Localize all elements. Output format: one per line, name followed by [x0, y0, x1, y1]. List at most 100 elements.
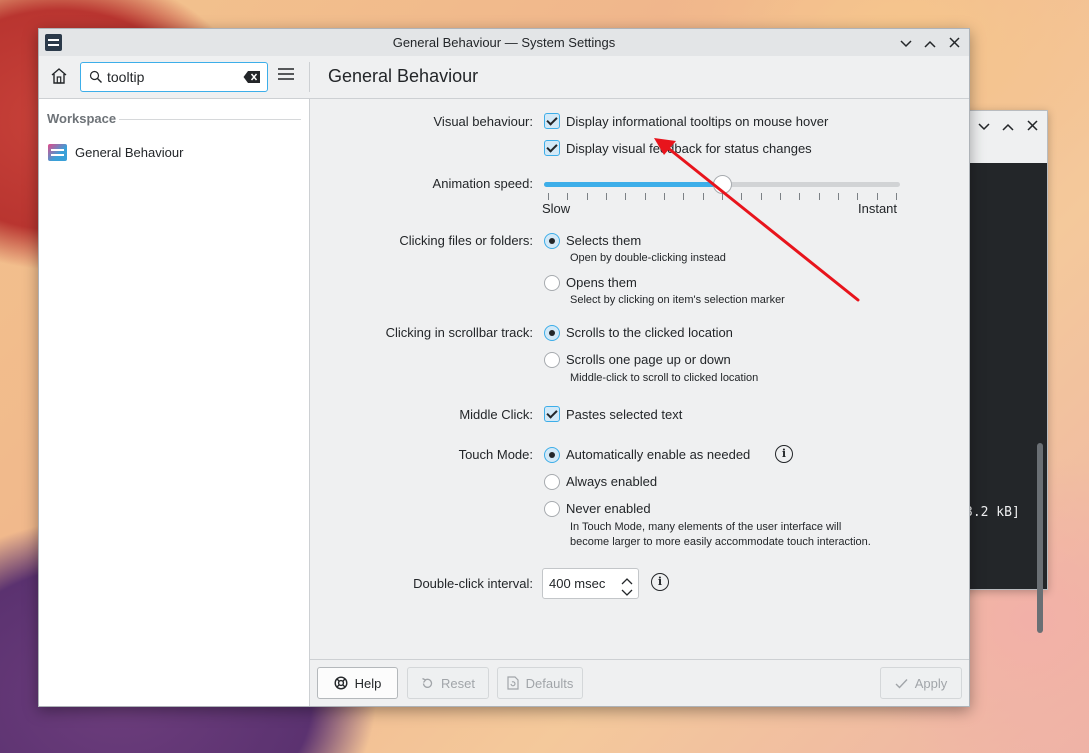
scroll-to-location-label[interactable]: Scrolls to the clicked location	[566, 325, 733, 340]
slider-tick	[780, 193, 781, 200]
touch-never-radio[interactable]	[544, 501, 560, 517]
reset-button[interactable]: Reset	[407, 667, 489, 699]
hamburger-menu-icon[interactable]	[277, 66, 297, 86]
slider-ticks	[544, 193, 900, 201]
info-icon[interactable]: i	[775, 445, 793, 463]
slider-handle[interactable]	[713, 175, 732, 194]
close-icon[interactable]	[943, 32, 965, 54]
touch-mode-label: Touch Mode:	[458, 447, 533, 462]
search-input[interactable]	[107, 67, 237, 87]
defaults-button-label: Defaults	[525, 675, 574, 691]
slider-tick	[761, 193, 762, 200]
scrollbar-track-label: Clicking in scrollbar track:	[385, 325, 533, 340]
scroll-one-page-radio[interactable]	[544, 352, 560, 368]
sidebar-item-general-behaviour[interactable]: General Behaviour	[47, 141, 301, 165]
sidebar: Workspace General Behaviour	[39, 99, 310, 706]
touch-mode-hint-line-2: become larger to more easily accommodate…	[570, 536, 871, 548]
help-icon	[334, 676, 348, 690]
sidebar-item-label: General Behaviour	[75, 145, 184, 160]
scroll-one-page-hint: Middle-click to scroll to clicked locati…	[570, 372, 759, 384]
maximize-icon[interactable]	[919, 32, 941, 54]
scroll-to-location-radio[interactable]	[544, 325, 560, 341]
terminal-text: 3.2 kB]	[965, 505, 1020, 520]
selects-them-radio[interactable]	[544, 233, 560, 249]
touch-always-radio[interactable]	[544, 474, 560, 490]
touch-auto-radio[interactable]	[544, 447, 560, 463]
minimize-icon[interactable]	[895, 32, 917, 54]
reset-icon	[422, 677, 433, 688]
slider-fill	[544, 182, 722, 187]
visual-feedback-checkbox-label[interactable]: Display visual feedback for status chang…	[566, 141, 812, 156]
clear-icon[interactable]	[243, 70, 261, 84]
clicking-files-label: Clicking files or folders:	[399, 233, 533, 248]
selects-them-hint: Open by double-clicking instead	[570, 252, 726, 264]
apply-button[interactable]: Apply	[880, 667, 962, 699]
info-icon[interactable]: i	[651, 573, 669, 591]
titlebar[interactable]: General Behaviour — System Settings	[39, 29, 969, 56]
scroll-one-page-label[interactable]: Scrolls one page up or down	[566, 352, 731, 367]
middle-click-label: Middle Click:	[459, 407, 533, 422]
slider-tick	[877, 193, 878, 200]
defaults-icon	[507, 676, 519, 690]
toolbar: General Behaviour	[39, 56, 969, 99]
slider-tick	[548, 193, 549, 200]
spinbox-value[interactable]: 400 msec	[549, 576, 605, 591]
touch-mode-hint-line-1: In Touch Mode, many elements of the user…	[570, 521, 842, 533]
apply-button-label: Apply	[914, 675, 948, 691]
spin-up-icon[interactable]	[621, 572, 633, 585]
selects-them-label[interactable]: Selects them	[566, 233, 641, 248]
general-behaviour-icon	[48, 144, 67, 161]
opens-them-radio[interactable]	[544, 275, 560, 291]
slider-tick	[625, 193, 626, 200]
toolbar-separator	[309, 62, 310, 92]
slider-tick	[896, 193, 897, 200]
double-click-interval-spinbox[interactable]: 400 msec	[542, 568, 639, 599]
double-click-interval-label: Double-click interval:	[413, 576, 533, 591]
close-icon[interactable]	[1021, 115, 1043, 137]
slider-tick	[799, 193, 800, 200]
settings-content: Visual behaviour: Display informational …	[310, 99, 969, 660]
pastes-selected-text-label[interactable]: Pastes selected text	[566, 407, 682, 422]
opens-them-hint: Select by clicking on item's selection m…	[570, 294, 785, 306]
footer-button-bar: Help Reset Defaults Apply	[310, 659, 969, 706]
tooltips-checkbox[interactable]	[544, 113, 560, 129]
reset-button-label: Reset	[441, 675, 475, 691]
slider-tick	[838, 193, 839, 200]
chevron-down-icon[interactable]	[973, 115, 995, 137]
slider-tick	[587, 193, 588, 200]
search-icon	[89, 70, 103, 84]
visual-feedback-checkbox[interactable]	[544, 140, 560, 156]
page-title: General Behaviour	[328, 66, 479, 86]
slider-tick	[857, 193, 858, 200]
search-field[interactable]	[80, 62, 268, 92]
pastes-selected-text-checkbox[interactable]	[544, 406, 560, 422]
defaults-button[interactable]: Defaults	[497, 667, 583, 699]
touch-always-label[interactable]: Always enabled	[566, 474, 657, 489]
slider-min-label: Slow	[542, 201, 571, 216]
apply-check-icon	[895, 678, 908, 689]
help-button[interactable]: Help	[317, 667, 398, 699]
tooltips-checkbox-label[interactable]: Display informational tooltips on mouse …	[566, 114, 828, 129]
window-title: General Behaviour — System Settings	[392, 35, 616, 50]
animation-speed-label: Animation speed:	[432, 176, 533, 191]
touch-auto-label[interactable]: Automatically enable as needed	[566, 447, 750, 462]
help-button-label: Help	[354, 675, 382, 691]
slider-tick	[819, 193, 820, 200]
sidebar-header: Workspace	[47, 111, 117, 126]
spin-down-icon[interactable]	[621, 584, 633, 596]
slider-tick	[606, 193, 607, 200]
slider-tick	[567, 193, 568, 200]
opens-them-label[interactable]: Opens them	[566, 275, 637, 290]
terminal-scrollbar[interactable]	[1037, 443, 1043, 633]
system-settings-window: General Behaviour — System Settings tool…	[38, 28, 970, 707]
slider-tick	[722, 193, 723, 200]
sidebar-divider	[119, 119, 301, 120]
chevron-up-icon[interactable]	[997, 115, 1019, 137]
slider-tick	[741, 193, 742, 200]
home-icon[interactable]	[49, 66, 71, 88]
slider-tick	[703, 193, 704, 200]
visual-behaviour-label: Visual behaviour:	[433, 114, 534, 129]
touch-never-label[interactable]: Never enabled	[566, 501, 651, 516]
animation-speed-slider[interactable]	[544, 175, 900, 194]
slider-max-label: Instant	[858, 201, 898, 216]
